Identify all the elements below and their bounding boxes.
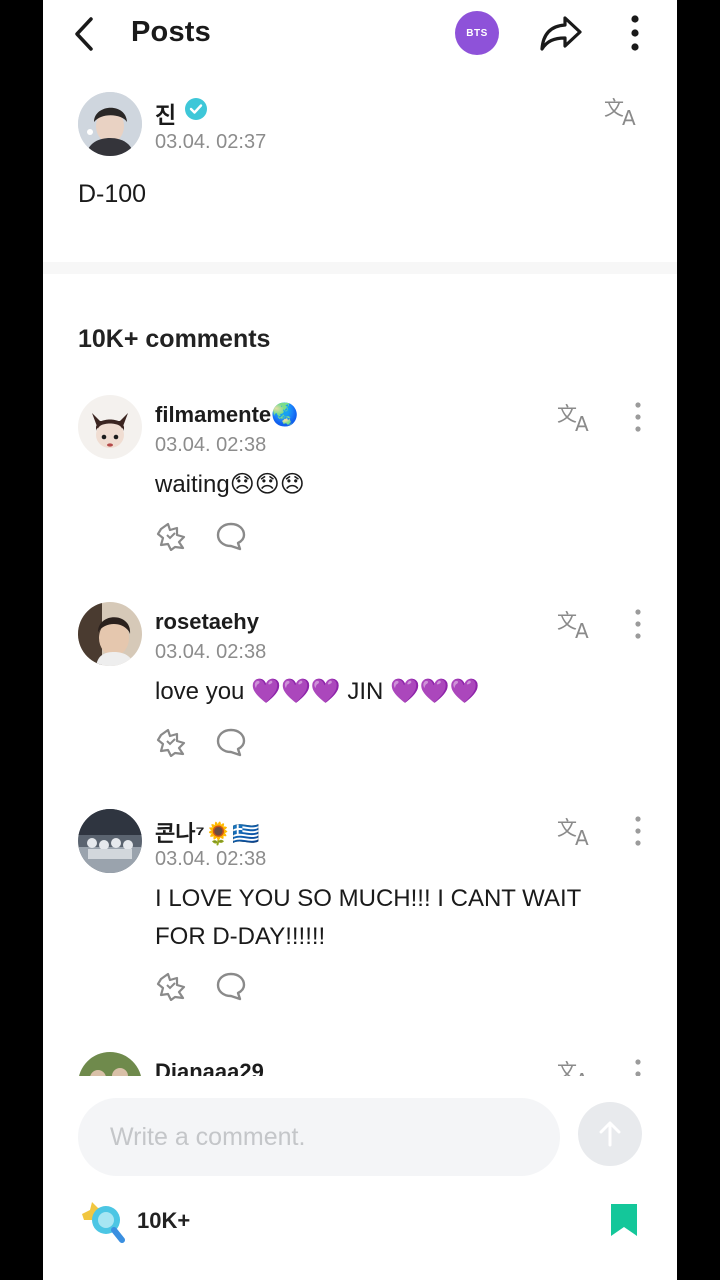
comments-count-heading: 10K+ comments: [78, 325, 271, 353]
commenter-avatar[interactable]: [78, 809, 142, 873]
svg-text:A: A: [575, 412, 589, 433]
commenter-name[interactable]: filmamente🌏: [155, 402, 299, 428]
avatar-image: [78, 92, 142, 156]
svg-text:文: 文: [557, 402, 577, 426]
comment-more-icon[interactable]: [633, 401, 643, 433]
comment-input[interactable]: [78, 1098, 560, 1176]
reaction-icon[interactable]: [155, 971, 189, 1001]
translate-icon[interactable]: 文 A: [604, 95, 644, 127]
comment-timestamp: 03.04. 02:38: [155, 848, 267, 870]
comment-timestamp: 03.04. 02:38: [155, 434, 267, 456]
avatar-image: [78, 395, 142, 459]
svg-text:文: 文: [557, 609, 577, 633]
section-divider: [43, 262, 677, 274]
top-bar: Posts BTS: [43, 0, 677, 68]
translate-icon[interactable]: 文 A: [557, 608, 597, 640]
svg-text:A: A: [622, 106, 636, 127]
screen: Posts BTS 진 03.04. 02:37 文 A D-100 10K+ …: [43, 0, 677, 1280]
avatar-image: [78, 809, 142, 873]
comment-more-icon[interactable]: [633, 815, 643, 847]
reaction-sticker-icon[interactable]: [78, 1198, 126, 1244]
comment-more-icon[interactable]: [633, 608, 643, 640]
svg-text:A: A: [575, 619, 589, 640]
post-body: D-100: [78, 180, 147, 208]
arrow-up-icon: [599, 1121, 621, 1147]
more-options-icon[interactable]: [628, 12, 642, 54]
artist-badge-button[interactable]: BTS: [455, 11, 499, 55]
reaction-icon[interactable]: [155, 521, 189, 551]
comment-text: I LOVE YOU SO MUCH!!! I CANT WAIT FOR D-…: [155, 885, 581, 950]
translate-icon[interactable]: 文 A: [557, 401, 597, 433]
post-author-name[interactable]: 진: [155, 96, 176, 130]
post-author-avatar[interactable]: [78, 92, 142, 156]
avatar-image: [78, 602, 142, 666]
comment-text: love you 💜💜💜 JIN 💜💜💜: [155, 678, 480, 705]
svg-text:A: A: [575, 826, 589, 847]
reaction-icon[interactable]: [155, 727, 189, 757]
commenter-avatar[interactable]: [78, 602, 142, 666]
svg-text:文: 文: [557, 816, 577, 840]
back-arrow-icon[interactable]: [69, 14, 101, 54]
comment-timestamp: 03.04. 02:38: [155, 641, 267, 663]
reply-icon[interactable]: [214, 727, 248, 757]
commenter-name[interactable]: rosetaehy: [155, 609, 259, 635]
bookmark-icon[interactable]: [609, 1202, 639, 1238]
page-title: Posts: [131, 16, 211, 48]
verified-icon: [185, 98, 207, 120]
post-timestamp: 03.04. 02:37: [155, 131, 267, 153]
reply-icon[interactable]: [214, 971, 248, 1001]
share-icon[interactable]: [538, 12, 584, 54]
send-button[interactable]: [578, 1102, 642, 1166]
commenter-avatar[interactable]: [78, 395, 142, 459]
reaction-count: 10K+: [137, 1208, 191, 1233]
translate-icon[interactable]: 文 A: [557, 815, 597, 847]
commenter-name[interactable]: 콘나⁷🌻🇬🇷: [155, 816, 259, 848]
svg-text:文: 文: [604, 96, 624, 120]
comment-composer-bar: 10K+: [43, 1076, 677, 1280]
comment-text: waiting😞😞😞: [155, 471, 305, 498]
reply-icon[interactable]: [214, 521, 248, 551]
